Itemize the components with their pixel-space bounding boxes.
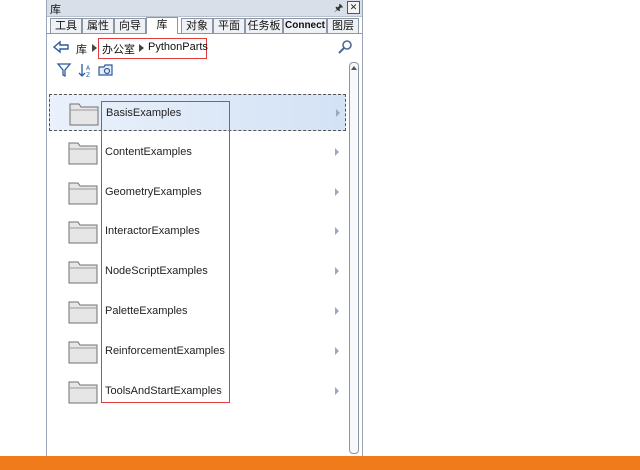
close-icon[interactable]: ✕	[347, 1, 360, 14]
tab-plane[interactable]: 平面	[213, 18, 245, 33]
filter-icon[interactable]	[56, 62, 72, 78]
folder-icon	[68, 341, 98, 364]
chevron-right-icon[interactable]	[335, 387, 339, 395]
svg-text:Z: Z	[86, 72, 90, 78]
tab-bar: 工具 属性 向导 库 对象 平面 任务板 Connect 图层	[50, 17, 360, 34]
svg-text:A: A	[86, 65, 91, 72]
library-panel: 库 🖈 ✕ 工具 属性 向导 库 对象 平面 任务板 Connect 图层 库 …	[46, 0, 363, 456]
breadcrumb-office[interactable]: 办公室	[102, 41, 135, 57]
tab-properties[interactable]: 属性	[82, 18, 114, 33]
tab-wizard[interactable]: 向导	[114, 18, 146, 33]
pin-icon[interactable]: 🖈	[334, 1, 343, 18]
tab-taskboard[interactable]: 任务板	[245, 18, 283, 33]
tab-connect[interactable]: Connect	[283, 18, 327, 33]
folder-settings-icon[interactable]	[98, 62, 114, 78]
bottom-accent-bar	[0, 456, 640, 470]
chevron-right-icon[interactable]	[335, 347, 339, 355]
breadcrumb-root[interactable]: 库	[76, 41, 87, 57]
list-highlight-box	[101, 101, 230, 403]
folder-icon	[68, 381, 98, 404]
breadcrumb-separator-icon[interactable]	[92, 44, 97, 52]
tab-divider	[47, 33, 362, 34]
folder-icon	[69, 103, 99, 126]
tab-library[interactable]: 库	[146, 17, 178, 34]
chevron-right-icon[interactable]	[335, 307, 339, 315]
tab-layers[interactable]: 图层	[327, 18, 359, 33]
search-icon[interactable]	[337, 39, 353, 55]
library-toolbar: A Z	[47, 62, 362, 82]
breadcrumb-separator-icon[interactable]	[139, 44, 144, 52]
chevron-right-icon[interactable]	[335, 267, 339, 275]
folder-list: BasisExamples ContentExamples GeometryEx…	[49, 88, 346, 450]
chevron-right-icon[interactable]	[336, 109, 340, 117]
breadcrumb-pythonparts[interactable]: PythonParts	[148, 41, 208, 53]
folder-icon	[68, 142, 98, 165]
vertical-scrollbar[interactable]	[349, 62, 359, 454]
scroll-up-icon[interactable]	[351, 66, 357, 70]
folder-icon	[68, 182, 98, 205]
sort-icon[interactable]: A Z	[78, 62, 94, 78]
panel-title: 库	[50, 4, 61, 16]
back-arrow-icon[interactable]	[53, 40, 69, 54]
panel-titlebar: 库 🖈 ✕	[47, 0, 362, 17]
chevron-right-icon[interactable]	[335, 227, 339, 235]
tab-objects[interactable]: 对象	[181, 18, 213, 33]
folder-icon	[68, 221, 98, 244]
chevron-right-icon[interactable]	[335, 188, 339, 196]
tab-tools[interactable]: 工具	[50, 18, 82, 33]
folder-icon	[68, 301, 98, 324]
chevron-right-icon[interactable]	[335, 148, 339, 156]
folder-icon	[68, 261, 98, 284]
breadcrumb: 库 办公室 PythonParts	[47, 36, 362, 60]
